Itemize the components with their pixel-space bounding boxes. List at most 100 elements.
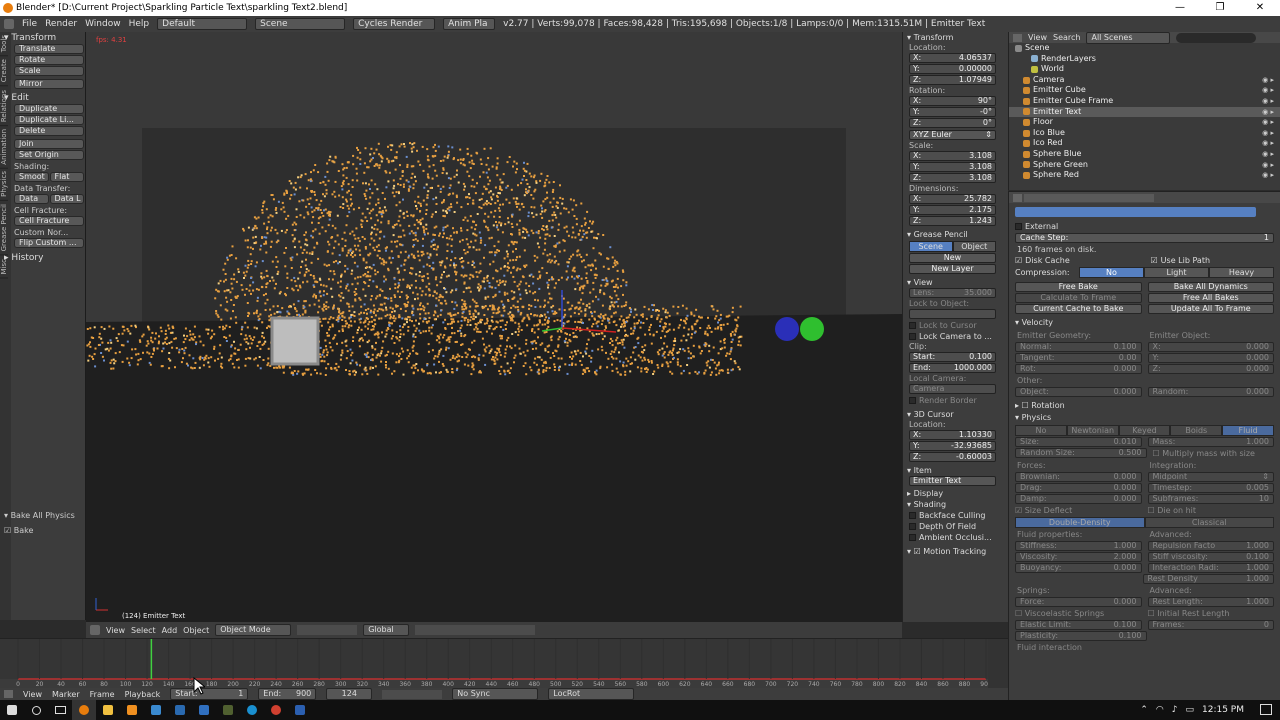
particle-system-list[interactable]	[1015, 207, 1256, 217]
elastic-limit-field[interactable]: Elastic Limit: 0.100	[1015, 620, 1142, 630]
rotation-y-field[interactable]: Y: -0°	[909, 107, 996, 117]
minimize-button[interactable]: —	[1160, 0, 1200, 16]
lock-camera-checkbox[interactable]: Lock Camera to ...	[903, 331, 1008, 342]
editor-type-icon[interactable]	[1013, 33, 1022, 42]
context-tab-icons[interactable]	[1024, 193, 1154, 202]
data-layout-button[interactable]: Data L	[49, 194, 84, 204]
dimensions-x-field[interactable]: X: 25.782	[909, 194, 996, 204]
current-cache-to-bake-button[interactable]: Current Cache to Bake	[1015, 304, 1142, 314]
tray-up-icon[interactable]: ⌃	[1140, 705, 1148, 715]
clock[interactable]: 12:15 PM	[1202, 705, 1244, 715]
tab-grease-pencil[interactable]: Grease Pencil	[0, 201, 8, 256]
editor-type-icon[interactable]	[90, 625, 100, 635]
viscoelastic-springs-checkbox[interactable]: ☐ Viscoelastic Springs	[1015, 608, 1142, 619]
viscosity-field[interactable]: Viscosity: 2.000	[1015, 552, 1142, 562]
tangent-field[interactable]: Tangent: 0.00	[1015, 353, 1142, 363]
solver-double-density[interactable]: Double-Density	[1015, 517, 1145, 528]
translate-button[interactable]: Translate	[14, 44, 84, 54]
timestep-field[interactable]: Timestep: 0.005	[1147, 483, 1274, 493]
history-panel-header[interactable]: ▸ History	[4, 252, 84, 264]
menu-add[interactable]: Add	[162, 626, 178, 635]
duplicate-button[interactable]: Duplicate	[14, 104, 84, 114]
outliner-item[interactable]: World	[1009, 64, 1280, 75]
backface-culling-checkbox[interactable]: Backface Culling	[903, 510, 1008, 521]
clip-start-field[interactable]: Start: 0.100	[909, 352, 996, 362]
view-section[interactable]: ▾ View	[903, 277, 1008, 288]
menu-object[interactable]: Object	[183, 626, 209, 635]
visibility-icon[interactable]: ◉ ▸	[1262, 96, 1274, 107]
taskbar-app-5[interactable]	[216, 700, 240, 720]
stiff-viscosity-field[interactable]: Stiff viscosity: 0.100	[1147, 552, 1274, 562]
object-velocity-field[interactable]: Object: 0.000	[1015, 387, 1142, 397]
compression-light[interactable]: Light	[1144, 267, 1209, 278]
layer-buttons[interactable]	[415, 625, 536, 635]
local-camera-field[interactable]: Camera	[909, 384, 996, 394]
physics-type-boids[interactable]: Boids	[1170, 425, 1223, 436]
outliner-item[interactable]: Emitter Text ◉ ▸	[1009, 106, 1280, 118]
scale-y-field[interactable]: Y: 3.108	[909, 162, 996, 172]
outliner-item[interactable]: Ico Blue ◉ ▸	[1009, 128, 1280, 139]
outliner-item[interactable]: Camera ◉ ▸	[1009, 75, 1280, 86]
spring-frames-field[interactable]: Frames: 0	[1147, 620, 1274, 630]
rest-density-field[interactable]: Rest Density 1.000	[1142, 574, 1274, 584]
interaction-radius-field[interactable]: Interaction Radi: 1.000	[1147, 563, 1274, 573]
flat-button[interactable]: Flat	[49, 172, 84, 182]
transform-section[interactable]: ▾ Transform	[903, 32, 1008, 43]
editor-type-icon[interactable]	[4, 690, 13, 698]
multiply-mass-checkbox[interactable]: ☐ Multiply mass with size	[1153, 448, 1275, 459]
size-deflect-checkbox[interactable]: ☑ Size Deflect	[1015, 505, 1142, 516]
mirror-button[interactable]: Mirror	[14, 79, 84, 89]
bake-checkbox[interactable]: ☑ Bake	[4, 525, 84, 536]
anim-player-button[interactable]: Anim Pla	[443, 18, 496, 30]
delete-button[interactable]: Delete	[14, 126, 84, 136]
repulsion-factor-field[interactable]: Repulsion Facto 1.000	[1147, 541, 1274, 551]
taskbar-app-6[interactable]	[240, 700, 264, 720]
menu-search[interactable]: Search	[1053, 33, 1080, 42]
cursor-y-field[interactable]: Y: -32.93685	[909, 441, 996, 451]
item-section[interactable]: ▾ Item	[903, 465, 1008, 476]
orientation-select[interactable]: Global	[363, 624, 410, 636]
cache-step-field[interactable]: Cache Step: 1	[1015, 233, 1274, 243]
visibility-icon[interactable]: ◉ ▸	[1262, 75, 1274, 86]
start-button[interactable]	[0, 700, 24, 720]
menu-view[interactable]: View	[106, 626, 125, 635]
taskbar-app-3[interactable]	[168, 700, 192, 720]
clip-end-field[interactable]: End: 1000.000	[909, 363, 996, 373]
rot-field[interactable]: Rot: 0.000	[1015, 364, 1142, 374]
emitter-y-field[interactable]: Y: 0.000	[1147, 353, 1274, 363]
spring-force-field[interactable]: Force: 0.000	[1015, 597, 1142, 607]
outliner-item[interactable]: Floor ◉ ▸	[1009, 117, 1280, 128]
visibility-icon[interactable]: ◉ ▸	[1262, 85, 1274, 96]
rotation-mode-select[interactable]: XYZ Euler ⇕	[909, 130, 996, 140]
menu-file[interactable]: File	[22, 19, 37, 29]
physics-panel-header[interactable]: ▾ Physics	[1009, 412, 1280, 424]
menu-select[interactable]: Select	[131, 626, 156, 635]
scale-z-field[interactable]: Z: 3.108	[909, 173, 996, 183]
velocity-panel-header[interactable]: ▾ Velocity	[1009, 317, 1280, 329]
taskbar-app-1[interactable]	[120, 700, 144, 720]
display-mode-select[interactable]: All Scenes	[1086, 31, 1171, 44]
drag-field[interactable]: Drag: 0.000	[1015, 483, 1142, 493]
outliner-item[interactable]: RenderLayers	[1009, 54, 1280, 65]
brownian-field[interactable]: Brownian: 0.000	[1015, 472, 1142, 482]
rotation-z-field[interactable]: Z: 0°	[909, 118, 996, 128]
grease-pencil-section[interactable]: ▾ Grease Pencil	[903, 229, 1008, 240]
buoyancy-field[interactable]: Buoyancy: 0.000	[1015, 563, 1142, 573]
taskbar-chrome[interactable]	[264, 700, 288, 720]
compression-no[interactable]: No	[1079, 267, 1144, 278]
free-all-bakes-button[interactable]: Free All Bakes	[1147, 293, 1274, 303]
mode-select[interactable]: Object Mode	[215, 624, 292, 636]
rest-length-field[interactable]: Rest Length: 1.000	[1147, 597, 1274, 607]
menu-render[interactable]: Render	[45, 19, 77, 29]
bake-all-physics-header[interactable]: ▾ Bake All Physics	[4, 510, 84, 521]
random-velocity-field[interactable]: Random: 0.000	[1147, 387, 1274, 397]
duplicate-linked-button[interactable]: Duplicate Li...	[14, 115, 84, 125]
location-y-field[interactable]: Y: 0.00000	[909, 64, 996, 74]
maximize-button[interactable]: ❐	[1200, 0, 1240, 16]
cell-fracture-button[interactable]: Cell Fracture	[14, 216, 84, 226]
free-bake-button[interactable]: Free Bake	[1015, 282, 1142, 292]
sync-mode-select[interactable]: No Sync	[452, 688, 539, 700]
outliner-search-input[interactable]	[1176, 32, 1257, 43]
visibility-icon[interactable]: ◉ ▸	[1262, 149, 1274, 160]
subframes-field[interactable]: Subframes: 10	[1147, 494, 1274, 504]
